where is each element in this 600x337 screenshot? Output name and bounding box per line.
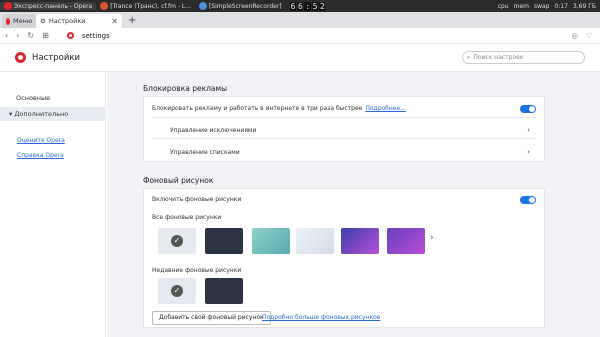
- opera-logo-icon: [15, 52, 26, 63]
- adblock-toggle[interactable]: [520, 105, 536, 113]
- swap-indicator[interactable]: swap: [534, 3, 550, 10]
- gear-icon: ⚙: [40, 17, 46, 25]
- close-icon[interactable]: ✕: [111, 17, 118, 26]
- search-icon: ⌕: [467, 53, 471, 61]
- clock-digit: 5: [311, 1, 318, 11]
- wallpaper-thumb[interactable]: ✓: [158, 228, 196, 254]
- wallpaper-thumb[interactable]: [387, 228, 425, 254]
- taskbar-window-label: [SimpleScreenRecorder]: [208, 2, 282, 10]
- chevron-right-icon: ›: [527, 148, 530, 156]
- forward-icon[interactable]: ›: [16, 31, 19, 40]
- wallpaper-section-title: Фоновый рисунок: [143, 176, 214, 185]
- all-wallpapers-label-row: Все фоновые рисунки: [152, 214, 536, 221]
- back-icon[interactable]: ‹: [5, 31, 8, 40]
- check-icon: ✓: [171, 235, 183, 247]
- reload-icon[interactable]: ↻: [27, 31, 34, 40]
- address-actions: ◎ ♡: [572, 32, 600, 40]
- row-label: Управление исключениями: [170, 126, 257, 134]
- settings-header: Настройки ⌕ Поиск настроек: [0, 44, 600, 72]
- divider: [152, 117, 536, 118]
- address-bar: ‹ › ↻ ⊞ settings ◎ ♡: [0, 28, 600, 44]
- disk-label[interactable]: 3,69 ГБ: [573, 3, 596, 10]
- recent-wallpaper-thumb[interactable]: ✓: [158, 278, 196, 304]
- grid-icon[interactable]: ⊞: [42, 31, 49, 40]
- manage-lists-row[interactable]: Управление списками ›: [170, 148, 530, 156]
- recent-wallpapers-label: Недавние фоновые рисунки: [152, 267, 242, 274]
- taskbar-window-recorder[interactable]: [SimpleScreenRecorder]: [195, 2, 286, 10]
- time-label[interactable]: 0:17: [554, 3, 567, 10]
- check-icon: ✓: [171, 285, 183, 297]
- chevron-right-icon: ›: [527, 126, 530, 134]
- recorder-icon: [198, 2, 207, 10]
- opera-icon: [4, 2, 12, 10]
- rate-opera-link[interactable]: Оцените Opera: [17, 137, 65, 144]
- system-tray: cpu mem swap 0:17 3,69 ГБ: [498, 3, 600, 10]
- wallpaper-toggle-label: Включить фоновые рисунки: [152, 196, 242, 203]
- taskbar-window-label: [Trance (Транс), cf.fm - L...: [110, 2, 191, 10]
- opera-help-link[interactable]: Справка Opera: [17, 152, 64, 159]
- tab-label: Настройки: [48, 17, 86, 25]
- tab-label: Меню: [13, 17, 33, 25]
- taskbar-window-label: Экспресс-панель - Opera: [14, 2, 93, 10]
- chevron-right-icon[interactable]: ›: [430, 233, 434, 243]
- more-wallpapers-link[interactable]: Подробно больше фоновых рисунков: [262, 314, 380, 321]
- music-icon: [100, 2, 109, 10]
- all-wallpapers-label: Все фоновые рисунки: [152, 214, 222, 221]
- clock-digit: :: [304, 1, 311, 11]
- url-field[interactable]: settings: [66, 31, 110, 40]
- clock-digit: 2: [318, 1, 326, 11]
- adblock-section-title: Блокировка рекламы: [143, 84, 228, 93]
- recent-wallpaper-thumb[interactable]: [205, 278, 243, 304]
- sidebar-item-advanced[interactable]: ▾ Дополнительно: [0, 107, 106, 121]
- cpu-indicator[interactable]: cpu: [498, 3, 509, 10]
- adblock-more-link[interactable]: Подробнее...: [365, 105, 406, 112]
- url-text: settings: [81, 31, 110, 40]
- wallpaper-card: Включить фоновые рисунки Все фоновые рис…: [143, 188, 545, 328]
- tab-bar: Меню ⚙ Настройки ✕ +: [0, 12, 600, 28]
- wallpaper-thumb[interactable]: [252, 228, 290, 254]
- wallpaper-toggle-row: Включить фоновые рисунки: [152, 196, 536, 203]
- taskbar-window-music[interactable]: [Trance (Транс), cf.fm - L...: [96, 2, 195, 10]
- recent-wallpapers-label-row: Недавние фоновые рисунки: [152, 267, 536, 274]
- adblock-toggle-label: Блокировать рекламу и работать в интерне…: [152, 105, 363, 112]
- wallpaper-toggle[interactable]: [520, 196, 536, 204]
- settings-search-input[interactable]: ⌕ Поиск настроек: [462, 51, 585, 64]
- system-panel: Экспресс-панель - Opera [Trance (Транс),…: [0, 0, 600, 12]
- adblock-card: Блокировать рекламу и работать в интерне…: [143, 96, 545, 162]
- taskbar-window-opera[interactable]: Экспресс-панель - Opera: [0, 2, 97, 10]
- mem-indicator[interactable]: mem: [514, 3, 529, 10]
- settings-sidebar: Основные ▾ Дополнительно Оцените Opera С…: [0, 72, 106, 337]
- camera-icon[interactable]: ◎: [572, 32, 578, 40]
- clock-digit: 6: [289, 1, 296, 11]
- opera-icon: [66, 32, 74, 39]
- page-title: Настройки: [32, 52, 81, 63]
- opera-icon: [6, 17, 10, 25]
- divider: [152, 138, 536, 139]
- clock-widget: 6 6 : 5 2: [289, 1, 326, 11]
- wallpaper-thumb[interactable]: [341, 228, 379, 254]
- wallpaper-thumb[interactable]: [296, 228, 334, 254]
- settings-content: Блокировка рекламы Блокировать рекламу и…: [107, 72, 600, 337]
- adblock-toggle-row: Блокировать рекламу и работать в интерне…: [152, 105, 536, 112]
- heart-icon[interactable]: ♡: [586, 32, 592, 40]
- clock-digit: 6: [296, 1, 304, 11]
- wallpaper-thumb[interactable]: [205, 228, 243, 254]
- new-tab-button[interactable]: +: [122, 14, 142, 28]
- tab-settings[interactable]: ⚙ Настройки ✕: [36, 14, 122, 28]
- row-label: Управление списками: [170, 148, 240, 156]
- chevron-down-icon: ▾: [9, 110, 13, 118]
- search-placeholder: Поиск настроек: [473, 54, 524, 61]
- manage-exceptions-row[interactable]: Управление исключениями ›: [170, 126, 530, 134]
- tab-menu[interactable]: Меню: [2, 14, 36, 28]
- add-wallpaper-button[interactable]: Добавить свой фоновый рисунок: [152, 311, 271, 325]
- sidebar-item-label: Дополнительно: [14, 110, 69, 118]
- sidebar-item-basic[interactable]: Основные: [16, 94, 50, 102]
